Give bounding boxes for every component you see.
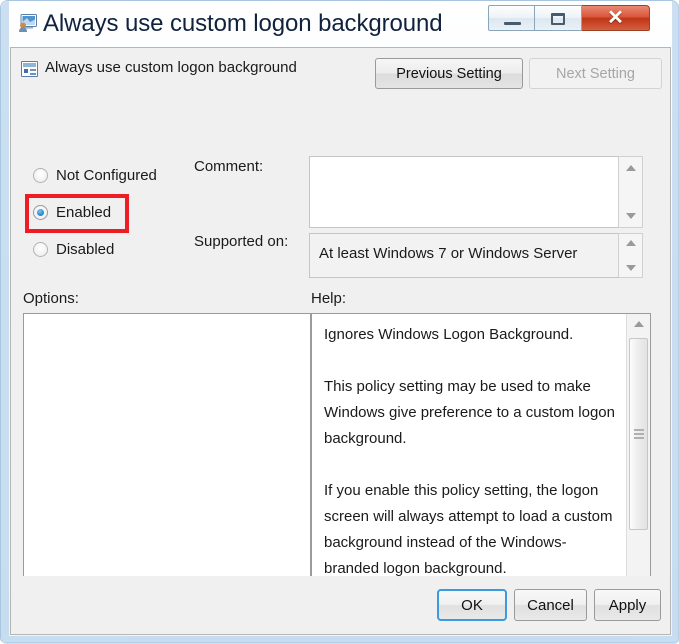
- comment-scrollbar[interactable]: [618, 156, 643, 228]
- cancel-button[interactable]: Cancel: [514, 589, 587, 621]
- previous-setting-button[interactable]: Previous Setting: [375, 58, 523, 89]
- comment-input[interactable]: [309, 156, 643, 228]
- supported-on-field: At least Windows 7 or Windows Server: [309, 233, 643, 278]
- policy-name-label: Always use custom logon background: [45, 59, 297, 76]
- radio-indicator-selected: [33, 205, 48, 220]
- comment-label: Comment:: [194, 158, 264, 175]
- minimize-icon: [504, 22, 521, 25]
- help-scrollbar-thumb[interactable]: [629, 338, 648, 530]
- dialog-client-area: Always use custom logon background Previ…: [10, 47, 671, 635]
- window-title: Always use custom logon background: [43, 10, 443, 37]
- next-setting-button: Next Setting: [529, 58, 662, 89]
- scroll-down-icon[interactable]: [625, 265, 636, 271]
- options-label: Options:: [23, 290, 79, 307]
- maximize-icon: [551, 13, 565, 25]
- scroll-down-icon[interactable]: [625, 213, 636, 219]
- minimize-button[interactable]: [488, 5, 535, 31]
- scroll-up-icon[interactable]: [625, 165, 636, 171]
- maximize-button[interactable]: [535, 5, 582, 31]
- options-panel[interactable]: [23, 313, 311, 616]
- dialog-window: Always use custom logon background ✕ Alw…: [0, 0, 679, 644]
- radio-label: Enabled: [56, 204, 112, 221]
- supported-on-value: At least Windows 7 or Windows Server: [319, 245, 578, 262]
- radio-label: Disabled: [56, 241, 115, 258]
- ok-button[interactable]: OK: [437, 589, 507, 621]
- help-scroll-up-button[interactable]: [627, 314, 650, 334]
- help-label: Help:: [311, 290, 347, 307]
- scroll-up-icon[interactable]: [625, 240, 636, 246]
- supported-on-scrollbar[interactable]: [618, 233, 643, 278]
- help-scrollbar[interactable]: [626, 314, 650, 615]
- close-icon: ✕: [607, 7, 624, 29]
- help-panel[interactable]: Ignores Windows Logon Background. This p…: [311, 313, 651, 616]
- scrollbar-grip-icon: [634, 429, 644, 439]
- logon-screen-user-icon: [19, 14, 37, 32]
- group-policy-setting-icon: [21, 61, 38, 77]
- radio-indicator: [33, 168, 48, 183]
- radio-indicator: [33, 242, 48, 257]
- apply-button[interactable]: Apply: [594, 589, 661, 621]
- title-bar: Always use custom logon background ✕: [1, 1, 679, 47]
- scroll-up-icon: [633, 321, 644, 327]
- close-button[interactable]: ✕: [582, 5, 650, 31]
- radio-label: Not Configured: [56, 167, 157, 184]
- help-text: Ignores Windows Logon Background. This p…: [324, 326, 615, 615]
- supported-on-label: Supported on:: [194, 233, 289, 250]
